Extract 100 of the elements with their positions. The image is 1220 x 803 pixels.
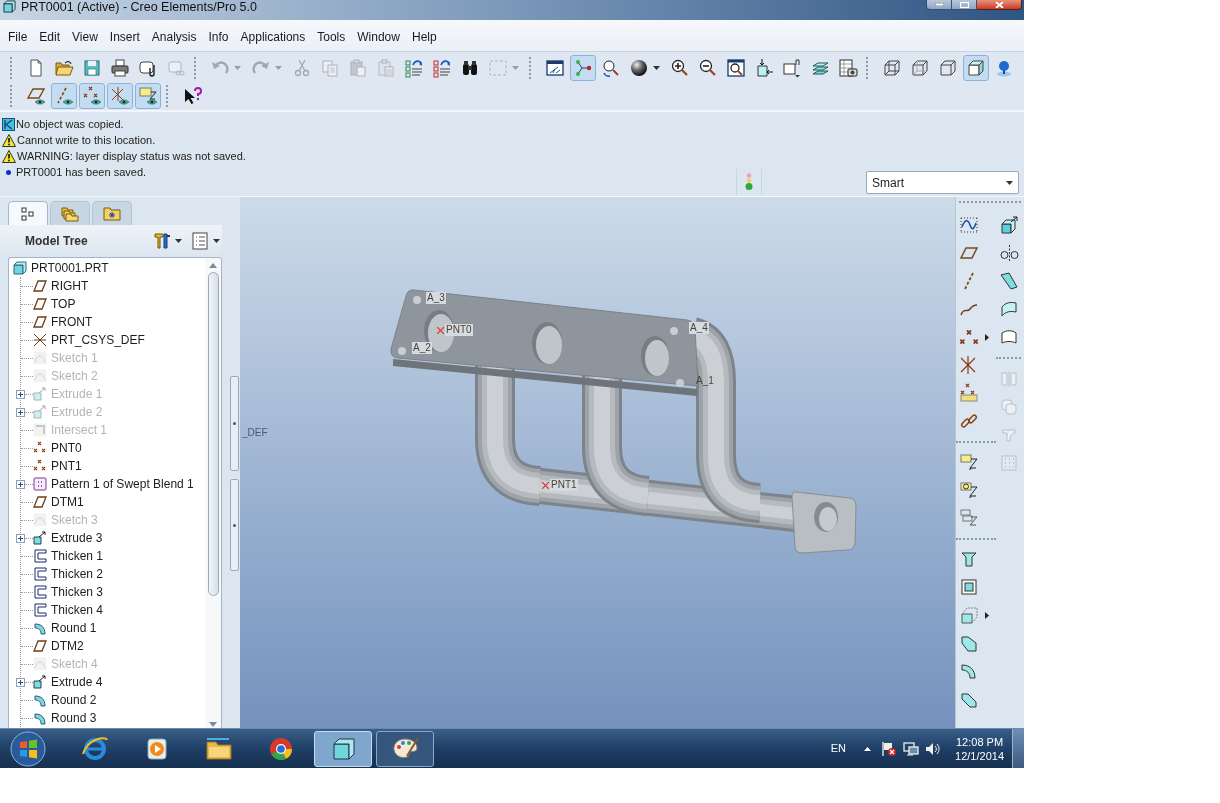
start-button[interactable] [8,729,48,768]
up-arrow-icon[interactable] [864,746,872,751]
tree-item[interactable]: TOP [51,295,76,313]
expand-icon[interactable] [16,533,25,543]
bracket-icon [33,567,47,581]
splitter-handle[interactable] [230,376,239,471]
tree-item[interactable]: Pattern 1 of Swept Blend 1 [51,475,194,493]
cube-outline-icon [938,57,958,78]
clock-date[interactable]: 12/1/2014 [955,748,1004,763]
x-marker-icon [437,326,444,334]
navigator-tab[interactable] [50,201,90,225]
warning-icon [2,149,16,163]
close-icon [994,1,1004,8]
menu-item[interactable]: View [66,29,104,45]
axes-icon [33,333,47,347]
wireframe-cube-icon [882,57,902,78]
tree-item[interactable]: Round 3 [51,709,97,727]
tree-item[interactable]: Round 2 [51,691,97,709]
minimize-button[interactable] [926,0,952,10]
round-icon [33,711,47,725]
network-icon[interactable] [903,740,920,757]
tree-item[interactable]: Thicken 3 [51,583,104,601]
taskbar-button[interactable] [376,730,434,767]
cube-icon [13,261,27,275]
selection-filter-dropdown[interactable]: Smart [866,171,1019,194]
revolve-icon [999,243,1019,263]
dotted-wave-icon [959,215,979,235]
sweep-icon [999,271,1019,291]
expand-icon[interactable] [16,407,25,417]
extrude-icon [33,387,47,401]
close-button[interactable] [977,0,1022,10]
box-caret-icon [782,57,802,78]
menu-item[interactable]: File [2,29,34,45]
list-arrows-icon [404,57,424,78]
boxes-arrow-icon [959,508,979,528]
tree-item[interactable]: RIGHT [51,277,89,295]
language-indicator[interactable]: EN [830,740,847,757]
graphics-viewport[interactable]: A_3 PNT0 A_2 A_4 A_1 PNT1 _DEF [240,197,955,728]
plane-icon [33,297,47,311]
extrude-icon [33,675,47,689]
toolbar-button[interactable] [963,54,989,81]
curved-surface-icon [999,299,1019,319]
list-arrows-icon [432,57,452,78]
flag-x-icon[interactable] [881,740,898,757]
window-title: PRT0001 (Active) - Creo Elements/Pro 5.0 [21,0,257,14]
zoom-fit-icon [726,57,746,78]
message-text: Cannot write to this location. [17,133,156,147]
navigator-tab[interactable] [8,201,48,225]
scrollbar-thumb[interactable] [207,272,219,596]
tree-settings-button[interactable] [152,231,182,251]
menu-item[interactable]: Info [202,29,235,45]
tree-item[interactable]: Thicken 4 [51,601,104,619]
magnifier-arrow-icon [601,57,621,78]
plane-icon [33,279,47,293]
splitter-handle[interactable] [230,479,239,571]
traffic-light-icon [745,173,753,191]
expand-icon[interactable] [16,677,25,687]
points-icon [33,459,47,473]
caret-icon [653,65,660,70]
tree-item[interactable]: Thicken 2 [51,565,104,583]
help-cursor-icon [182,86,202,106]
menu-item[interactable]: Analysis [145,29,203,45]
window-gauge-icon [545,57,565,78]
menu-item[interactable]: Tools [311,29,352,45]
menu-item[interactable]: Edit [33,29,67,45]
show-options-button[interactable] [190,231,220,251]
extrude-icon [33,405,47,419]
tree-item[interactable]: PNT0 [51,439,82,457]
tree-item[interactable]: Extrude 4 [51,673,103,691]
points-icon [959,329,979,345]
show-desktop-button[interactable] [1012,729,1024,768]
tree-item[interactable]: DTM2 [51,637,84,655]
tree-item[interactable]: FRONT [51,313,93,331]
expand-icon[interactable] [16,479,25,489]
navigator-tab[interactable] [92,201,132,225]
tree-item[interactable]: Extrude 3 [51,529,103,547]
rib-box-icon [959,605,979,625]
caret-icon [175,239,182,243]
menu-item[interactable]: Insert [103,29,146,45]
scissors-icon [292,57,312,78]
plane-icon [33,639,47,653]
taskbar-button[interactable] [314,730,372,767]
minimize-icon [934,3,944,6]
menu-item[interactable]: Help [405,29,443,45]
tree-item[interactable]: DTM1 [51,493,84,511]
tree-item[interactable]: PRT_CSYS_DEF [51,331,145,349]
tile-icon [2,117,15,131]
tree-item[interactable]: PNT1 [51,457,82,475]
menu-item[interactable]: Applications [234,29,312,45]
hidden-line-cube-icon [910,57,930,78]
tree-item[interactable]: Round 1 [51,619,97,637]
tree-item[interactable]: PRT0001.PRT [31,259,109,277]
menu-item[interactable]: Window [351,29,406,45]
maximize-button[interactable] [952,0,977,10]
tree-item[interactable]: Thicken 1 [51,547,104,565]
clock-time[interactable]: 12:08 PM [956,734,1004,749]
expand-icon[interactable] [16,389,25,399]
hole-icon [959,549,979,569]
datum-label: A_3 [426,292,446,304]
vertical-scrollbar[interactable] [205,258,221,728]
